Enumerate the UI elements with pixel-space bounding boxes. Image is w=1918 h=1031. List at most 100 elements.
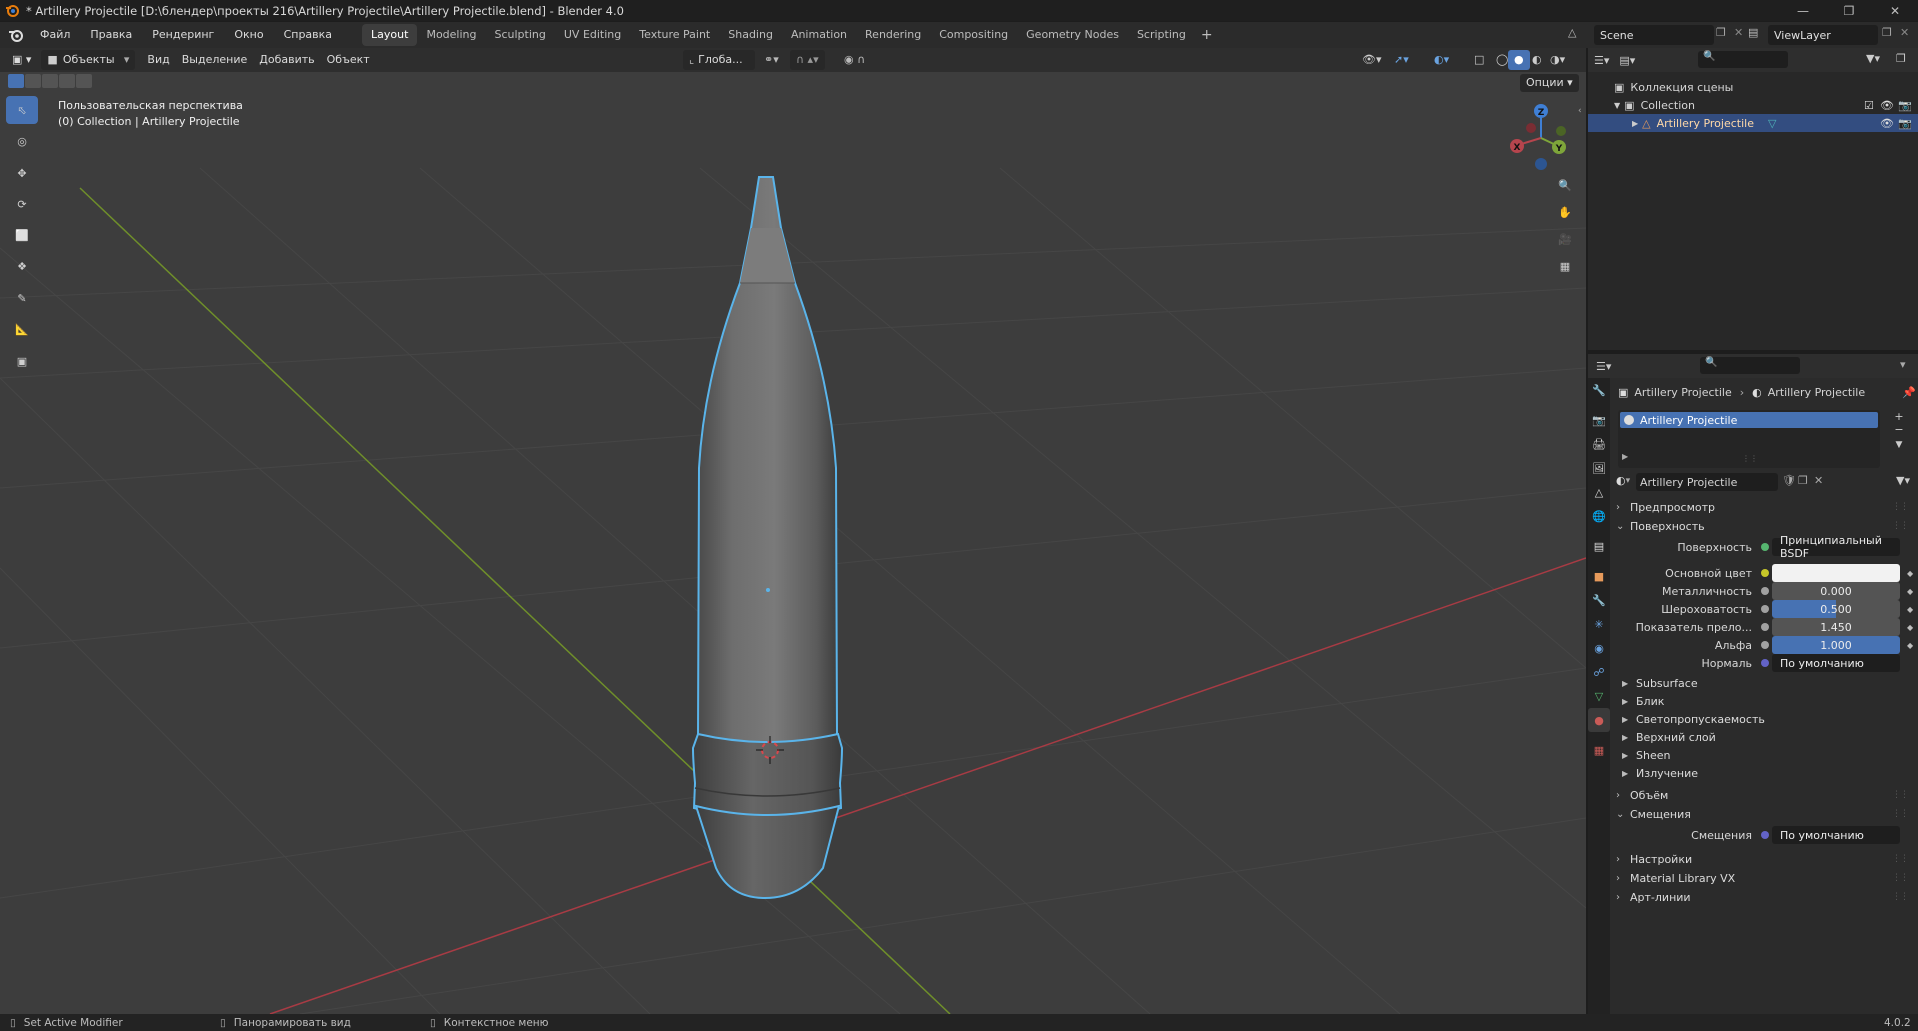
- menu-window[interactable]: Окно: [224, 22, 273, 48]
- scene-selector[interactable]: Scene: [1594, 25, 1714, 45]
- displacement-field[interactable]: По умолчанию: [1772, 826, 1900, 844]
- object-camera-icon[interactable]: 📷: [1898, 117, 1912, 130]
- outliner-search-input[interactable]: 🔍: [1698, 51, 1788, 68]
- unlink-material-icon[interactable]: ✕: [1814, 474, 1823, 487]
- scene-new-icon[interactable]: ❐: [1716, 26, 1726, 39]
- pan-hand-icon[interactable]: ✋: [1552, 199, 1578, 225]
- transmission-subpanel[interactable]: ▶ Светопропускаемость: [1622, 710, 1765, 728]
- select-intersect-icon[interactable]: [76, 74, 92, 88]
- drag-handle-icon[interactable]: ⋮⋮: [1892, 790, 1909, 800]
- 3d-viewport[interactable]: ▣ ▾ ■ Объекты ▾ Вид Выделение Добавить О…: [0, 48, 1586, 1014]
- tab-modeling[interactable]: Modeling: [417, 24, 485, 46]
- options-dropdown[interactable]: Опции ▾: [1520, 74, 1579, 92]
- pin-icon[interactable]: 📌: [1902, 386, 1916, 399]
- drag-handle-icon[interactable]: ⋮⋮: [1892, 502, 1909, 512]
- remove-slot-icon[interactable]: −: [1894, 423, 1903, 436]
- select-box-tool-icon[interactable]: ⬁: [6, 96, 38, 124]
- collection-eye-icon[interactable]: 👁: [1880, 99, 1894, 112]
- constraints-tab-icon[interactable]: ☍: [1588, 660, 1610, 684]
- view-layer-tab-icon[interactable]: 🖼: [1588, 456, 1610, 480]
- snap-icon[interactable]: ∩ ▴▾: [790, 50, 825, 70]
- view-layer-new-icon[interactable]: ❐: [1882, 26, 1892, 39]
- coat-subpanel[interactable]: ▶ Верхний слой: [1622, 728, 1716, 746]
- tab-geometry-nodes[interactable]: Geometry Nodes: [1017, 24, 1128, 46]
- add-slot-icon[interactable]: +: [1894, 410, 1903, 423]
- camera-view-icon[interactable]: 🎥: [1552, 226, 1578, 252]
- close-icon[interactable]: ✕: [1872, 0, 1918, 21]
- select-invert-icon[interactable]: [59, 74, 75, 88]
- data-tab-icon[interactable]: ▽: [1588, 684, 1610, 708]
- object-tab-icon[interactable]: ■: [1588, 564, 1610, 588]
- scene-tab-icon[interactable]: △: [1588, 480, 1610, 504]
- artillery-projectile-object[interactable]: [691, 176, 844, 900]
- tab-uv-editing[interactable]: UV Editing: [555, 24, 630, 46]
- overlay-toggle-icon[interactable]: ◐▾: [1428, 50, 1455, 70]
- tab-rendering[interactable]: Rendering: [856, 24, 930, 46]
- subsurface-subpanel[interactable]: ▶ Subsurface: [1622, 674, 1698, 692]
- keyframe-icon[interactable]: ◆: [1907, 605, 1913, 614]
- displacement-section[interactable]: ⌄ Смещения ⋮⋮: [1616, 803, 1914, 825]
- proportional-edit-icon[interactable]: ◉ ∩: [838, 50, 871, 70]
- render-tab-icon[interactable]: 📷: [1588, 408, 1610, 432]
- particles-tab-icon[interactable]: ✳: [1588, 612, 1610, 636]
- drag-handle-icon[interactable]: ⋮⋮: [1892, 892, 1909, 902]
- scene-remove-icon[interactable]: ✕: [1734, 26, 1743, 39]
- tab-shading[interactable]: Shading: [719, 24, 782, 46]
- texture-tab-icon[interactable]: ▦: [1588, 738, 1610, 762]
- navigation-gizmo[interactable]: Z X Y: [1506, 100, 1576, 170]
- collapse-arrow-icon[interactable]: ▼: [1614, 101, 1620, 110]
- drag-handle-icon[interactable]: ⋮⋮: [1892, 809, 1909, 819]
- annotate-tool-icon[interactable]: ✎: [6, 284, 38, 312]
- slot-list-resize-handle[interactable]: ⋮⋮: [1742, 454, 1758, 463]
- tab-compositing[interactable]: Compositing: [930, 24, 1017, 46]
- minimize-icon[interactable]: —: [1780, 0, 1826, 21]
- sheen-subpanel[interactable]: ▶ Sheen: [1622, 746, 1670, 764]
- expand-arrow-icon[interactable]: ▶: [1632, 119, 1638, 128]
- filter-icon[interactable]: ▼▾: [1866, 52, 1880, 65]
- material-slot-item[interactable]: Artillery Projectile: [1620, 412, 1878, 428]
- outliner-collection[interactable]: ▼ ▣ Collection ☑ 👁 📷: [1588, 96, 1918, 114]
- cursor-tool-icon[interactable]: ◎: [6, 127, 38, 155]
- collection-tab-icon[interactable]: ▤: [1588, 534, 1610, 558]
- menu-view[interactable]: Вид: [141, 50, 175, 70]
- select-new-icon[interactable]: [8, 74, 24, 88]
- xray-toggle-icon[interactable]: □: [1468, 50, 1490, 70]
- material-browse-icon[interactable]: ◐ ▾: [1616, 474, 1630, 487]
- keyframe-icon[interactable]: ◆: [1907, 623, 1913, 632]
- add-workspace-icon[interactable]: +: [1195, 27, 1219, 43]
- sidebar-expand-icon[interactable]: ‹: [1578, 106, 1582, 116]
- drag-handle-icon[interactable]: ⋮⋮: [1892, 873, 1909, 883]
- view-layer-icon[interactable]: ▤: [1748, 26, 1768, 39]
- material-tab-icon[interactable]: ●: [1588, 708, 1610, 732]
- slot-list-expand-icon[interactable]: ▶: [1622, 452, 1628, 461]
- menu-help[interactable]: Справка: [274, 22, 342, 48]
- keyframe-icon[interactable]: ◆: [1907, 587, 1913, 596]
- zoom-icon[interactable]: 🔍: [1552, 172, 1578, 198]
- specular-subpanel[interactable]: ▶ Блик: [1622, 692, 1664, 710]
- rendered-shading-icon[interactable]: ◑▾: [1544, 50, 1571, 70]
- outliner-scene-collection[interactable]: ▣ Коллекция сцены: [1588, 78, 1918, 96]
- drag-handle-icon[interactable]: ⋮⋮: [1892, 854, 1909, 864]
- menu-select[interactable]: Выделение: [176, 50, 254, 70]
- display-mode-icon[interactable]: ▤▾: [1619, 54, 1635, 67]
- keyframe-icon[interactable]: ◆: [1907, 641, 1913, 650]
- properties-search-input[interactable]: 🔍: [1700, 357, 1800, 374]
- measure-tool-icon[interactable]: 📐: [6, 315, 38, 343]
- new-collection-icon[interactable]: ❐: [1896, 52, 1906, 65]
- tab-scripting[interactable]: Scripting: [1128, 24, 1195, 46]
- fake-user-icon[interactable]: 🛡: [1782, 474, 1796, 487]
- normal-field[interactable]: По умолчанию: [1772, 654, 1900, 672]
- tab-sculpting[interactable]: Sculpting: [486, 24, 555, 46]
- menu-edit[interactable]: Правка: [80, 22, 142, 48]
- editor-type-icon[interactable]: ▣ ▾: [6, 50, 37, 70]
- scene-icon[interactable]: △: [1568, 26, 1588, 44]
- menu-render[interactable]: Рендеринг: [142, 22, 224, 48]
- modifier-tab-icon[interactable]: 🔧: [1588, 588, 1610, 612]
- pivot-point-icon[interactable]: ⚭▾: [758, 50, 785, 70]
- surface-shader-field[interactable]: Принципиальный BSDF: [1772, 534, 1900, 560]
- properties-options-icon[interactable]: ▾: [1900, 358, 1906, 371]
- collection-checkbox-icon[interactable]: ☑: [1864, 99, 1874, 112]
- rotate-tool-icon[interactable]: ⟳: [6, 190, 38, 218]
- tab-animation[interactable]: Animation: [782, 24, 856, 46]
- object-eye-icon[interactable]: 👁: [1880, 117, 1894, 130]
